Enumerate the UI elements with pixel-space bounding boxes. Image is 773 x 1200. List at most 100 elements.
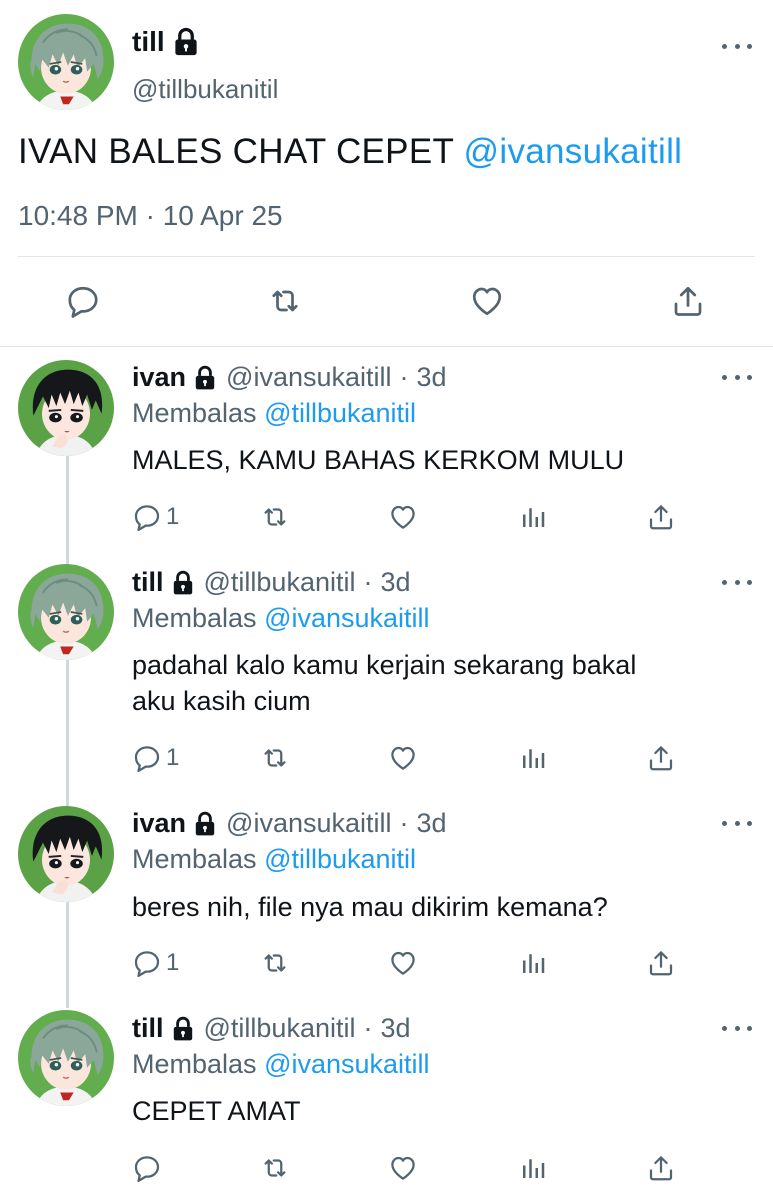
lock-icon (192, 811, 218, 837)
reply-author-name[interactable]: till (132, 567, 164, 598)
retweet-button[interactable] (258, 743, 292, 773)
like-button[interactable] (388, 743, 418, 773)
reply-count: 1 (166, 744, 180, 771)
reply-button[interactable]: 1 (132, 948, 179, 978)
lock-icon (170, 570, 196, 596)
share-icon (646, 743, 676, 773)
more-icon[interactable] (722, 371, 752, 383)
more-icon[interactable] (722, 1022, 752, 1034)
reply-handle[interactable]: @ivansukaitill (226, 808, 391, 839)
tweet-mention-link[interactable]: @ivansukaitill (464, 132, 683, 171)
retweet-icon (258, 502, 292, 532)
replying-to-label: Membalas (132, 398, 257, 428)
reply-handle[interactable]: @tillbukanitil (204, 1013, 356, 1044)
replying-to: Membalas @tillbukanitil (132, 398, 416, 429)
divider (0, 346, 773, 347)
like-icon[interactable] (469, 283, 505, 319)
views-button[interactable] (518, 502, 548, 532)
share-icon[interactable] (670, 283, 706, 319)
reply-icon (132, 1153, 162, 1183)
reply-time[interactable]: 3d (380, 1013, 410, 1044)
retweet-button[interactable] (258, 1153, 292, 1183)
reply-icon (132, 502, 162, 532)
like-icon (388, 1153, 418, 1183)
views-icon (518, 502, 548, 532)
replying-to: Membalas @ivansukaitill (132, 1049, 430, 1080)
reply-time[interactable]: 3d (417, 808, 447, 839)
retweet-icon[interactable] (267, 283, 303, 319)
share-icon (646, 948, 676, 978)
replying-to-mention[interactable]: @ivansukaitill (264, 1049, 429, 1079)
replying-to-mention[interactable]: @tillbukanitil (264, 398, 416, 428)
share-button[interactable] (646, 948, 676, 978)
replying-to-mention[interactable]: @tillbukanitil (264, 844, 416, 874)
reply-header: ivan @ivansukaitill · 3d (132, 808, 447, 839)
reply-header: till @tillbukanitil · 3d (132, 1013, 411, 1044)
reply-handle[interactable]: @ivansukaitill (226, 362, 391, 393)
replying-to-mention[interactable]: @ivansukaitill (264, 603, 429, 633)
reply-button[interactable] (132, 1153, 166, 1183)
separator-dot: · (399, 808, 409, 838)
more-icon[interactable] (722, 817, 752, 829)
reply-avatar[interactable] (18, 360, 114, 456)
replying-to-label: Membalas (132, 1049, 257, 1079)
reply-text-line: aku kasih cium (132, 686, 311, 716)
reply-text: CEPET AMAT (132, 1096, 301, 1126)
reply-avatar[interactable] (18, 806, 114, 902)
like-button[interactable] (388, 502, 418, 532)
reply-author-name[interactable]: ivan (132, 808, 186, 839)
separator-dot: · (363, 1013, 373, 1043)
reply-handle[interactable]: @tillbukanitil (204, 567, 356, 598)
like-button[interactable] (388, 948, 418, 978)
reply-author-name[interactable]: ivan (132, 362, 186, 393)
share-button[interactable] (646, 1153, 676, 1183)
reply-avatar[interactable] (18, 564, 114, 660)
reply-icon (132, 743, 162, 773)
lock-icon (171, 27, 201, 57)
retweet-icon (258, 948, 292, 978)
author-name[interactable]: till (132, 26, 165, 58)
like-icon (388, 743, 418, 773)
reply-author-name[interactable]: till (132, 1013, 164, 1044)
like-icon (388, 948, 418, 978)
reply-text: MALES, KAMU BAHAS KERKOM MULU (132, 445, 625, 475)
author-name-row: till (132, 26, 201, 58)
tweet-timestamp[interactable]: 10:48 PM · 10 Apr 25 (18, 200, 283, 232)
share-button[interactable] (646, 502, 676, 532)
reply-time[interactable]: 3d (380, 567, 410, 598)
reply-button[interactable]: 1 (132, 743, 179, 773)
views-button[interactable] (518, 948, 548, 978)
thread-line (66, 456, 69, 1008)
lock-icon (170, 1016, 196, 1042)
share-icon (646, 1153, 676, 1183)
views-icon (518, 948, 548, 978)
views-button[interactable] (518, 1153, 548, 1183)
reply-text-line: padahal kalo kamu kerjain sekarang bakal (132, 650, 637, 680)
retweet-button[interactable] (258, 502, 292, 532)
reply-icon[interactable] (65, 283, 101, 319)
replying-to: Membalas @ivansukaitill (132, 603, 430, 634)
reply-button[interactable]: 1 (132, 502, 179, 532)
reply-text: beres nih, file nya mau dikirim kemana? (132, 892, 608, 922)
share-button[interactable] (646, 743, 676, 773)
more-icon[interactable] (722, 40, 752, 52)
like-button[interactable] (388, 1153, 418, 1183)
more-icon[interactable] (722, 576, 752, 588)
reply-time[interactable]: 3d (417, 362, 447, 393)
share-icon (646, 502, 676, 532)
views-icon (518, 1153, 548, 1183)
retweet-button[interactable] (258, 948, 292, 978)
reply-avatar[interactable] (18, 1010, 114, 1106)
author-avatar[interactable] (18, 14, 114, 110)
reply-icon (132, 948, 162, 978)
replying-to-label: Membalas (132, 844, 257, 874)
separator-dot: · (363, 567, 373, 597)
retweet-icon (258, 1153, 292, 1183)
replying-to-label: Membalas (132, 603, 257, 633)
like-icon (388, 502, 418, 532)
retweet-icon (258, 743, 292, 773)
reply-count: 1 (166, 949, 180, 976)
views-button[interactable] (518, 743, 548, 773)
author-handle[interactable]: @tillbukanitil (132, 74, 278, 105)
separator-dot: · (399, 362, 409, 392)
